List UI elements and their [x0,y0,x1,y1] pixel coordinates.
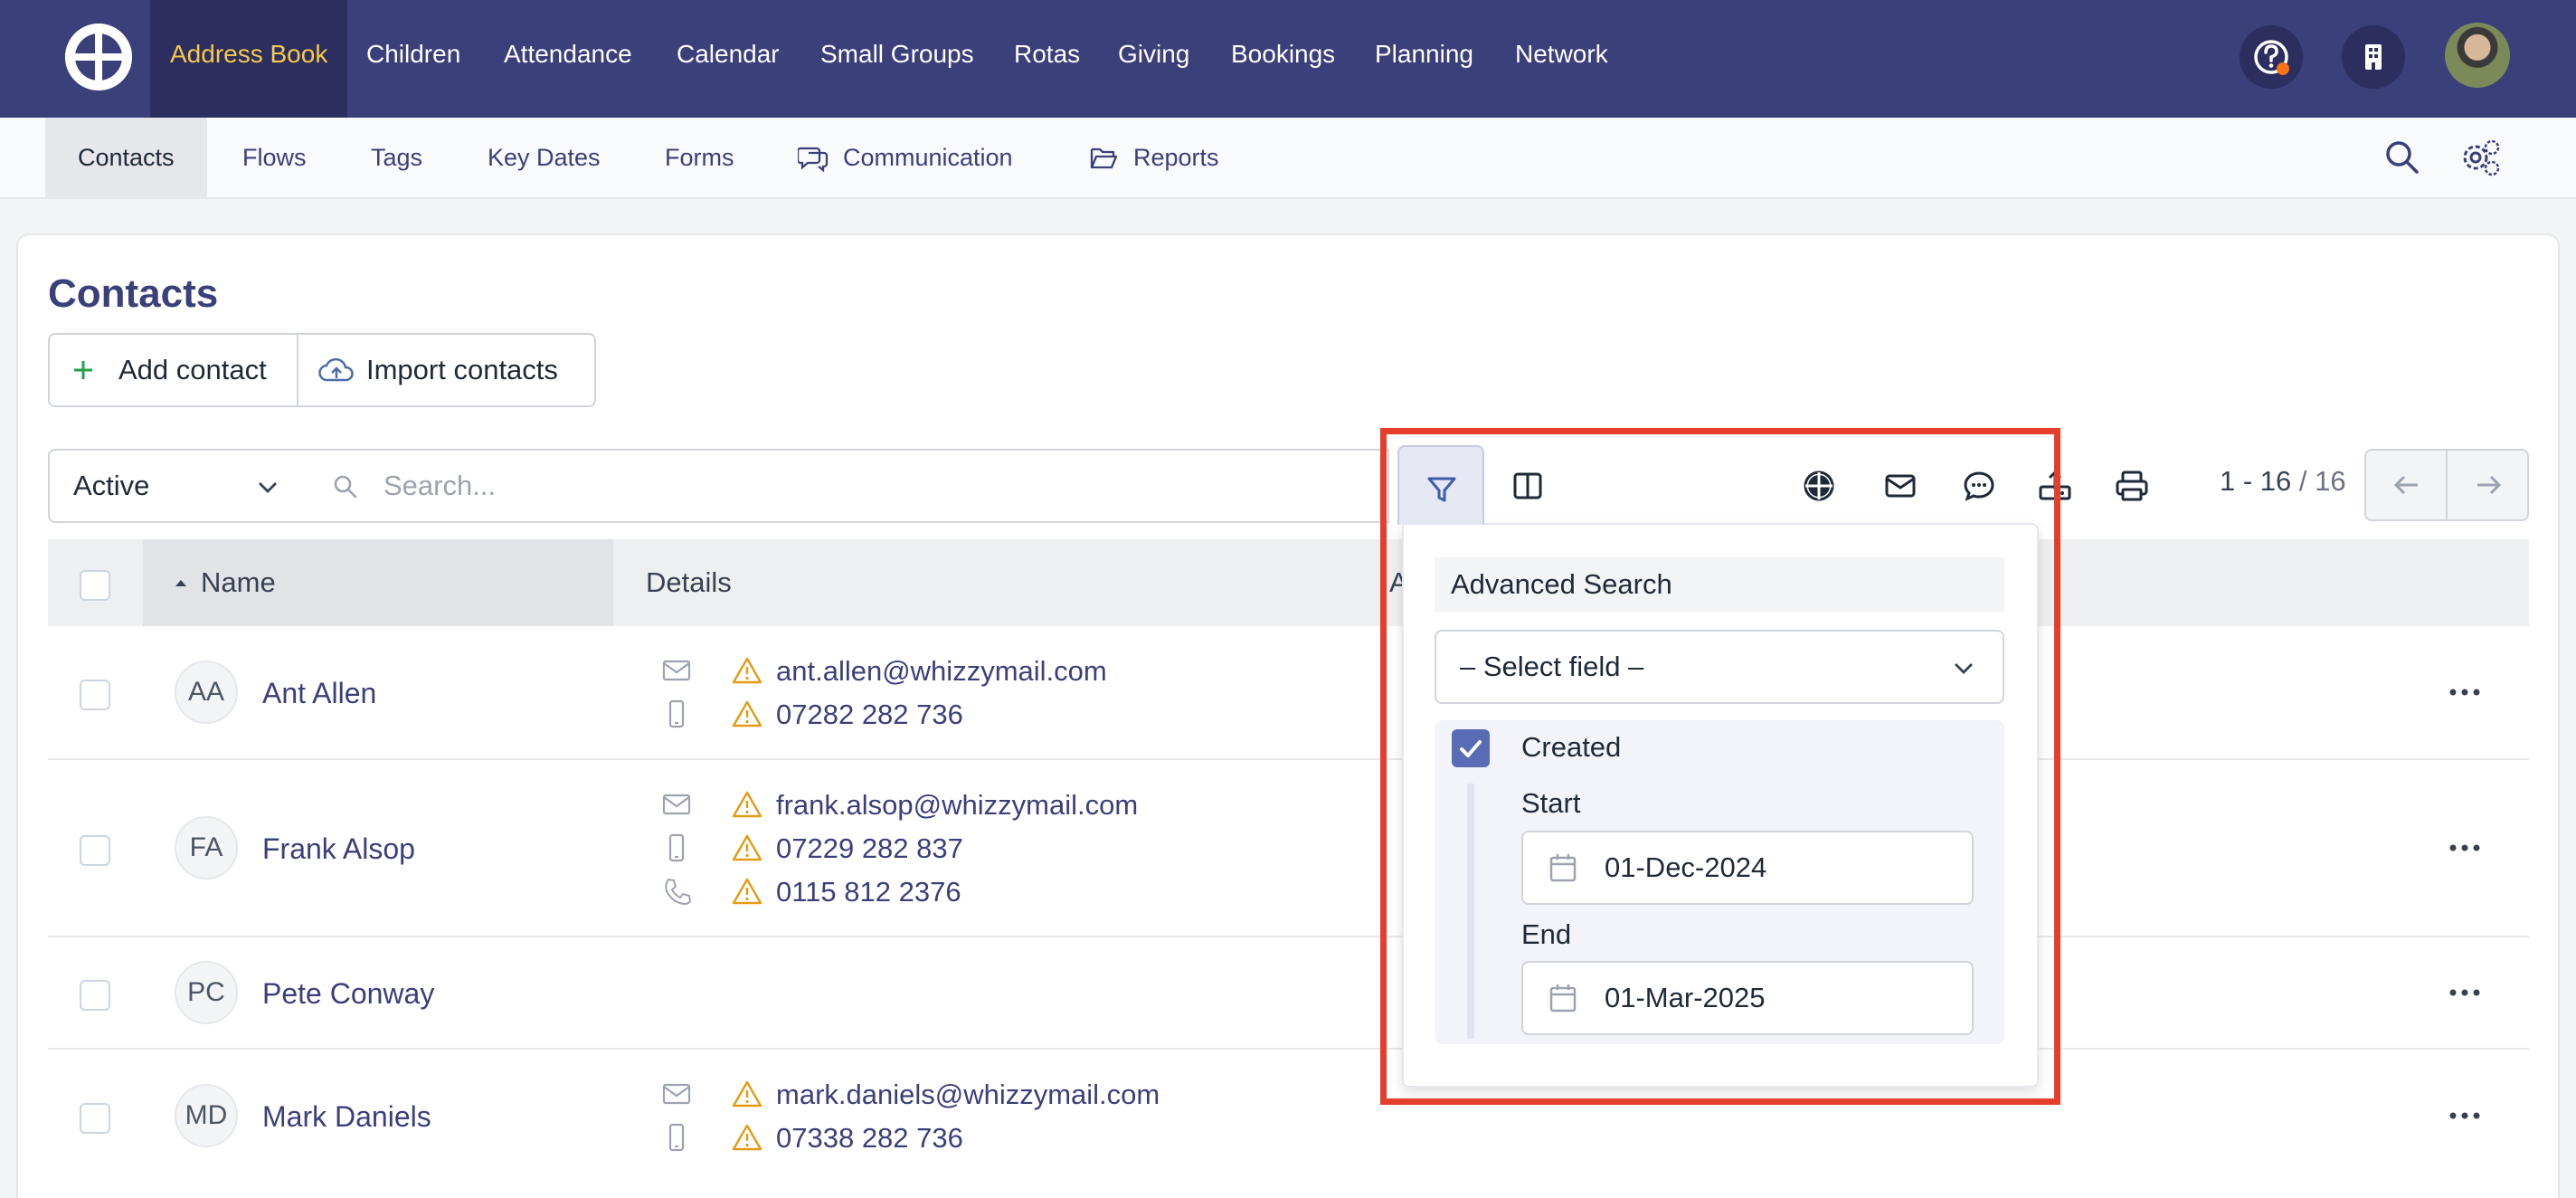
pagination-range: 1 - 16 [2220,465,2292,497]
email-icon [662,1083,691,1105]
avatar: PC [175,961,238,1024]
avatar: AA [175,661,238,724]
topnav-item-small-groups[interactable]: Small Groups [820,0,974,118]
details-header-label: Details [646,566,732,598]
tab-key-dates[interactable]: Key Dates [488,118,601,197]
mobile-icon [668,1123,685,1152]
arrow-right-icon [2477,475,2502,495]
mobile-icon [668,699,685,728]
mobile-icon [668,833,685,862]
cloud-upload-icon [318,357,354,382]
warning-icon [732,657,762,684]
contact-name-link[interactable]: Mark Daniels [262,1100,431,1134]
email-icon [662,794,691,815]
topnav-item-address-book[interactable]: Address Book [150,0,348,118]
email-link[interactable]: mark.daniels@whizzymail.com [776,1079,1160,1111]
email-icon [662,660,691,681]
contact-name-link[interactable]: Ant Allen [262,677,376,710]
phone-icon [665,878,692,906]
warning-icon [732,834,762,861]
row-checkbox[interactable] [80,680,110,710]
tab-tags[interactable]: Tags [371,118,422,197]
email-link[interactable]: frank.alsop@whizzymail.com [776,789,1138,822]
search-icon [334,475,357,499]
help-button[interactable] [2240,25,2303,89]
topnav-item-children[interactable]: Children [366,0,460,118]
name-header-label: Name [201,566,276,598]
topnav-item-giving[interactable]: Giving [1118,0,1189,118]
arrow-left-icon [2393,475,2418,495]
landline-link[interactable]: 0115 812 2376 [776,876,961,908]
phone-link[interactable]: 07338 282 736 [776,1122,963,1155]
select-all-checkbox[interactable] [80,570,110,601]
search-field[interactable] [304,449,1389,523]
topnav-item-rotas[interactable]: Rotas [1014,0,1080,118]
previous-page-button[interactable] [2366,451,2448,519]
next-page-button[interactable] [2448,451,2529,519]
row-checkbox[interactable] [80,980,110,1011]
pager [2364,449,2529,521]
phone-link[interactable]: 07229 282 837 [776,832,963,865]
chat-bubbles-icon [798,147,829,173]
import-contacts-label: Import contacts [366,354,558,385]
topnav-item-bookings[interactable]: Bookings [1231,0,1335,118]
avatar: FA [175,816,238,879]
sort-ascending-icon [175,580,186,586]
warning-icon [732,1124,762,1151]
sub-navigation-bar: Contacts Flows Tags Key Dates Forms Comm… [0,118,2576,199]
page-title: Contacts [48,271,219,316]
email-link[interactable]: ant.allen@whizzymail.com [776,655,1107,688]
top-navigation-bar: Address Book Children Attendance Calenda… [0,0,2576,118]
warning-icon [732,1080,762,1108]
topnav-item-network[interactable]: Network [1515,0,1608,118]
row-checkbox[interactable] [80,835,110,866]
more-options-icon[interactable] [2447,686,2483,699]
plus-icon [74,361,92,379]
highlight-annotation-box [1380,428,2060,1105]
topnav-item-calendar[interactable]: Calendar [677,0,780,118]
import-contacts-button[interactable]: Import contacts [297,333,596,407]
chevron-down-icon [259,482,277,493]
organisation-button[interactable] [2342,25,2405,89]
more-options-icon[interactable] [2447,841,2483,854]
user-avatar[interactable] [2445,23,2510,88]
tab-communication[interactable]: Communication [843,118,1013,197]
pagination-separator: / [2291,465,2316,497]
tab-forms[interactable]: Forms [665,118,734,197]
app-logo-icon[interactable] [65,24,132,90]
add-contact-label: Add contact [118,354,267,385]
building-icon [2365,44,2382,70]
help-icon [2254,40,2289,75]
row-checkbox[interactable] [80,1103,110,1134]
pagination-status: 1 - 16 / 16 [2220,465,2346,498]
row-divider [48,1048,2529,1050]
print-icon[interactable] [2107,461,2156,510]
topnav-item-attendance[interactable]: Attendance [504,0,632,118]
pagination-total: 16 [2315,465,2346,497]
more-options-icon[interactable] [2447,1109,2483,1122]
contact-name-link[interactable]: Frank Alsop [262,832,415,866]
folder-open-icon [1090,147,1118,169]
warning-icon [732,700,762,727]
search-input[interactable] [384,460,1288,512]
status-select[interactable]: Active [48,449,306,523]
warning-icon [732,791,762,818]
search-icon[interactable] [2384,139,2420,176]
contact-name-link[interactable]: Pete Conway [262,977,434,1011]
more-options-icon[interactable] [2447,986,2483,999]
row-divider [48,936,2529,937]
warning-icon [732,878,762,905]
tab-contacts[interactable]: Contacts [45,118,207,197]
topnav-item-planning[interactable]: Planning [1375,0,1473,118]
phone-link[interactable]: 07282 282 736 [776,699,963,731]
settings-gears-icon[interactable] [2460,138,2502,177]
add-contact-button[interactable]: Add contact [48,333,298,407]
status-select-value: Active [73,470,150,501]
row-divider [48,758,2529,760]
avatar: MD [175,1084,238,1147]
tab-reports[interactable]: Reports [1133,118,1219,197]
tab-flows[interactable]: Flows [242,118,307,197]
